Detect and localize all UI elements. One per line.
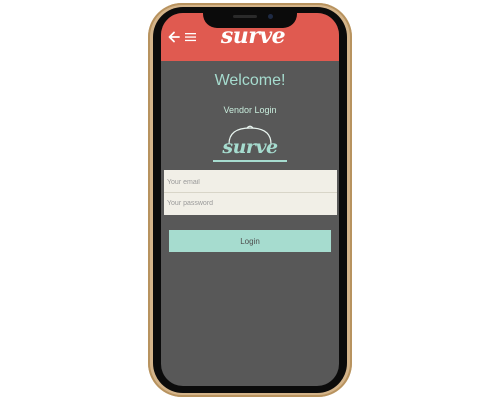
email-field[interactable] <box>167 172 331 192</box>
surve-logo: surve <box>207 122 293 164</box>
page-title: Welcome! <box>214 72 286 89</box>
password-field[interactable] <box>167 193 331 213</box>
logo-wordmark: surve <box>222 136 278 158</box>
front-camera <box>268 14 273 19</box>
login-form <box>164 170 337 215</box>
login-button[interactable]: Login <box>169 230 331 252</box>
phone-notch <box>203 10 297 28</box>
page-subtitle: Vendor Login <box>223 105 277 115</box>
app-screen: surve Welcome! Vendor Login surve Login <box>161 13 339 386</box>
speaker-grille <box>233 15 257 18</box>
arrow-left-icon[interactable] <box>168 31 180 43</box>
hamburger-menu-icon[interactable] <box>185 32 196 42</box>
